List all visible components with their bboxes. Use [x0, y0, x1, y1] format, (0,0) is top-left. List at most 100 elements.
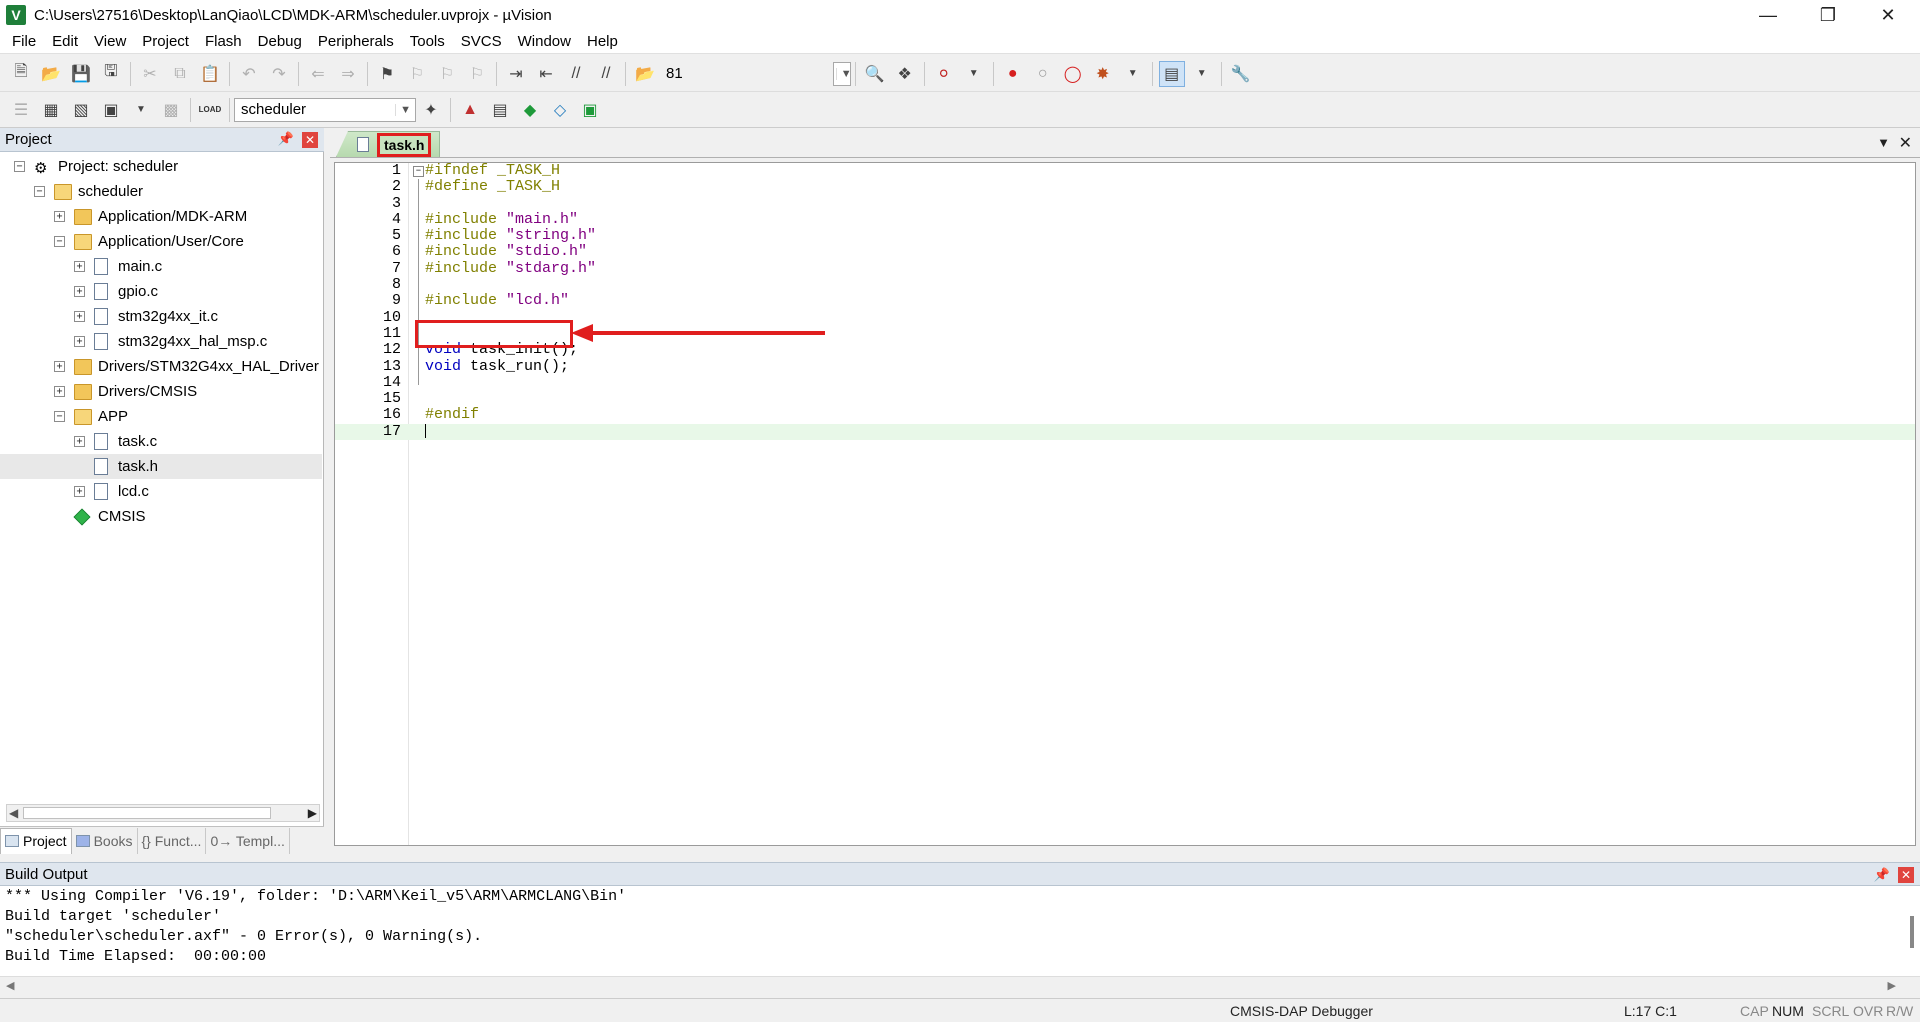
paste-icon[interactable]: 📋	[197, 61, 223, 87]
find-icon[interactable]: 🔍	[862, 61, 888, 87]
expand-icon[interactable]: +	[54, 386, 65, 397]
navigate-forward-icon[interactable]: ⇒	[335, 61, 361, 87]
tree-item[interactable]: + lcd.c	[0, 479, 322, 504]
target-options-icon[interactable]: ✦	[418, 97, 444, 123]
tree-item[interactable]: − ⚙ Project: scheduler	[0, 154, 322, 179]
copy-icon[interactable]: ⧉	[167, 61, 193, 87]
undo-icon[interactable]: ↶	[236, 61, 262, 87]
translate-icon[interactable]: ☰	[8, 97, 34, 123]
menu-window[interactable]: Window	[510, 30, 579, 54]
tree-item[interactable]: + Drivers/CMSIS	[0, 379, 322, 404]
scroll-right-icon[interactable]: ▶	[1888, 979, 1896, 992]
expand-icon[interactable]: +	[74, 261, 85, 272]
tab-project[interactable]: Project	[0, 827, 72, 854]
tree-item[interactable]: + Application/MDK-ARM	[0, 204, 322, 229]
tree-item[interactable]: + main.c	[0, 254, 322, 279]
navigate-back-icon[interactable]: ⇐	[305, 61, 331, 87]
tree-item[interactable]: − Application/User/Core	[0, 229, 322, 254]
scroll-left-icon[interactable]: ◀	[9, 806, 18, 820]
debug-session-icon[interactable]: ⚪	[931, 61, 957, 87]
menu-debug[interactable]: Debug	[250, 30, 310, 54]
expand-icon[interactable]: +	[74, 286, 85, 297]
window-layout-icon[interactable]: ▤	[1158, 60, 1185, 87]
open-file-icon[interactable]: 📂	[38, 61, 64, 87]
indent-icon[interactable]: ⇥	[503, 61, 529, 87]
code-line[interactable]: 14	[335, 374, 1915, 391]
stop-build-icon[interactable]: ▩	[158, 97, 184, 123]
code-line[interactable]: 6 #include "stdio.h"	[335, 244, 1915, 261]
tree-item[interactable]: + task.c	[0, 429, 322, 454]
chevron-down-icon[interactable]: ▼	[1189, 61, 1215, 87]
find-in-files-icon[interactable]: 📂	[632, 61, 658, 87]
find-combo-value[interactable]: 81	[666, 65, 683, 82]
scroll-right-icon[interactable]: ▶	[308, 806, 317, 820]
tree-item[interactable]: − scheduler	[0, 179, 322, 204]
tree-item[interactable]: − APP	[0, 404, 322, 429]
batch-build-icon[interactable]: ▣	[98, 97, 124, 123]
find-combo-dropdown[interactable]: ▼	[832, 61, 852, 86]
tree-item[interactable]: + gpio.c	[0, 279, 322, 304]
menu-flash[interactable]: Flash	[197, 30, 250, 54]
code-line[interactable]: 1 − #ifndef _TASK_H	[335, 163, 1915, 179]
clear-bookmarks-icon[interactable]: ⚐	[464, 61, 490, 87]
tab-list-dropdown-icon[interactable]: ▼	[1877, 135, 1890, 150]
tree-item[interactable]: task.h	[0, 454, 322, 479]
code-editor[interactable]: 1 − #ifndef _TASK_H 2 #define _TASK_H 3 4 #incl…	[334, 162, 1916, 846]
pack-installer-icon[interactable]: ▣	[577, 97, 603, 123]
bookmark-icon[interactable]: ⚑	[374, 61, 400, 87]
chevron-down-icon[interactable]: ▼	[1120, 61, 1146, 87]
close-window-button[interactable]: ✕	[1860, 0, 1916, 30]
tab-books[interactable]: Books	[72, 827, 138, 854]
scroll-left-icon[interactable]: ◀	[6, 979, 14, 992]
next-bookmark-icon[interactable]: ⚐	[434, 61, 460, 87]
pin-icon[interactable]: 📌	[278, 131, 294, 147]
restore-button[interactable]: ❐	[1800, 0, 1856, 30]
code-line[interactable]: 17	[335, 423, 1915, 441]
scrollbar-thumb[interactable]	[23, 807, 271, 819]
expand-icon[interactable]: +	[74, 336, 85, 347]
tab-functions[interactable]: {} Funct...	[138, 827, 207, 854]
code-line[interactable]: 8	[335, 276, 1915, 293]
collapse-icon[interactable]: −	[54, 411, 65, 422]
chevron-down-icon[interactable]: ▼	[961, 61, 987, 87]
comment-icon[interactable]: //	[563, 61, 589, 87]
menu-peripherals[interactable]: Peripherals	[310, 30, 402, 54]
menu-file[interactable]: File	[4, 30, 44, 54]
redo-icon[interactable]: ↷	[266, 61, 292, 87]
menu-edit[interactable]: Edit	[44, 30, 86, 54]
cut-icon[interactable]: ✂	[137, 61, 163, 87]
code-line[interactable]: 4 #include "main.h"	[335, 211, 1915, 228]
expand-icon[interactable]: +	[74, 436, 85, 447]
code-line[interactable]: 15	[335, 390, 1915, 407]
minimize-button[interactable]: —	[1740, 0, 1796, 30]
download-load-icon[interactable]: LOAD	[197, 97, 223, 123]
menu-help[interactable]: Help	[579, 30, 626, 54]
collapse-icon[interactable]: −	[34, 186, 45, 197]
select-software-packs-icon[interactable]: ◇	[547, 97, 573, 123]
collapse-icon[interactable]: −	[14, 161, 25, 172]
incremental-find-icon[interactable]: ❖	[892, 61, 918, 87]
build-icon[interactable]: ▦	[38, 97, 64, 123]
close-icon[interactable]: ✕	[1898, 867, 1914, 883]
kill-breakpoints-icon[interactable]: ✸	[1090, 61, 1116, 87]
code-line[interactable]: 2 #define _TASK_H	[335, 178, 1915, 195]
pin-icon[interactable]: 📌	[1874, 867, 1890, 883]
fold-collapse-icon[interactable]: −	[413, 166, 424, 177]
code-line[interactable]: 3	[335, 195, 1915, 212]
build-output-vertical-scrollbar[interactable]	[1910, 916, 1914, 948]
save-icon[interactable]: 💾	[68, 61, 94, 87]
tree-item[interactable]: + stm32g4xx_hal_msp.c	[0, 329, 322, 354]
target-select[interactable]: scheduler ▼	[234, 97, 416, 122]
code-line[interactable]: 16 #endif	[335, 407, 1915, 424]
code-line[interactable]: 9 #include "lcd.h"	[335, 293, 1915, 310]
tree-item[interactable]: CMSIS	[0, 504, 322, 529]
menu-svcs[interactable]: SVCS	[453, 30, 510, 54]
expand-icon[interactable]: +	[54, 361, 65, 372]
new-file-icon[interactable]: 🗎	[8, 61, 34, 87]
disable-breakpoint-icon[interactable]: ○	[1030, 61, 1056, 87]
build-output-text[interactable]: *** Using Compiler 'V6.19', folder: 'D:\…	[0, 886, 1920, 976]
save-all-icon[interactable]: 🖫	[98, 61, 124, 87]
project-panel-scrollbar[interactable]: ◀ ▶	[6, 804, 320, 822]
collapse-icon[interactable]: −	[54, 236, 65, 247]
close-tab-icon[interactable]: ✕	[1899, 133, 1912, 153]
